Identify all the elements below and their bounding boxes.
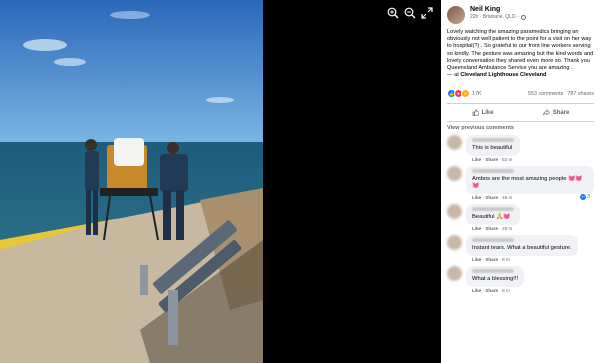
share-label: Share [552,109,570,116]
comment-bubble: Instant tears. What a beautiful gesture. [466,234,578,256]
comment-time: 8 m [502,256,510,262]
fullscreen-icon[interactable] [420,6,433,19]
comment-item: What a blessing!!! Like · Share · 8 m [441,265,600,293]
post-actions: Like Share [441,104,600,121]
zoom-out-icon[interactable] [403,6,416,19]
comment-main: What a blessing!!! Like · Share · 8 m [466,265,525,293]
post-head-text: Neil King 22h · Brisbane, QLD · [470,6,526,20]
comment-bubble: This is beautiful [466,134,520,156]
commenter-name[interactable] [472,206,514,211]
comment-item: Ambos are the most amazing people 💓💓💓 Li… [441,165,600,200]
commenter-avatar[interactable] [447,265,462,281]
commenter-avatar[interactable] [447,134,462,150]
shares-count[interactable]: 787 shares [567,91,594,97]
comment-like-button[interactable]: Like [472,257,481,262]
comment-item: Instant tears. What a beautiful gesture.… [441,234,600,262]
author-name[interactable]: Neil King [470,6,526,13]
comment-time: 52 m [502,156,513,162]
replies-count: 3 [587,193,590,200]
post-header: Neil King 22h · Brisbane, QLD · [441,0,600,24]
comment-meta: Like · Share · 8 m [472,256,510,262]
comment-bubble: Beautiful 🙏💓 [466,203,520,225]
comment-text: Instant tears. What a beautiful gesture. [472,244,572,251]
zoom-in-icon[interactable] [386,6,399,19]
comment-time: 8 m [502,287,510,293]
reactions-row: 👍 ♥ ☺ 17K 553 comments 787 shares [441,79,600,99]
comment-meta: Like · Share · 46 m [472,194,513,200]
thumbs-up-icon [472,109,479,116]
comment-reply-button[interactable]: Share [485,257,498,262]
comment-reply-button[interactable]: Share [485,288,498,293]
photo-viewer [0,0,441,363]
view-previous-comments-link[interactable]: View previous comments [441,122,600,135]
replies-badge[interactable]: ↩ 3 [580,193,590,200]
commenter-avatar[interactable] [447,165,462,181]
comment-main: This is beautiful Like · Share · 52 m [466,134,520,162]
like-button[interactable]: Like [472,109,494,116]
globe-icon [520,14,526,20]
share-button[interactable]: Share [542,109,570,116]
like-label: Like [481,109,494,116]
checkin-place-link[interactable]: Cleveland Lighthouse Cleveland [460,72,546,78]
comment-like-button[interactable]: Like [472,226,481,231]
commenter-avatar[interactable] [447,234,462,250]
commenter-name[interactable] [472,237,514,242]
viewer-controls [386,6,433,19]
post-meta-text: 22h · Brisbane, QLD · [470,14,519,20]
comment-main: Instant tears. What a beautiful gesture.… [466,234,578,262]
comment-main: Ambos are the most amazing people 💓💓💓 Li… [466,165,594,200]
comment-text: This is beautiful [472,144,513,151]
reaction-summary[interactable]: 👍 ♥ ☺ 17K [447,89,482,99]
comment-item: This is beautiful Like · Share · 52 m [441,134,600,162]
reaction-count: 17K [472,90,482,97]
author-avatar[interactable] [447,6,465,24]
comment-text: Ambos are the most amazing people 💓💓💓 [472,175,583,189]
comment-meta: Like · Share · 26 m [472,225,513,231]
comment-time: 46 m [502,194,513,200]
comment-bubble: Ambos are the most amazing people 💓💓💓 [466,165,594,194]
post-stats: 553 comments 787 shares [528,91,594,97]
comments-count[interactable]: 553 comments [528,91,563,97]
post-panel: Neil King 22h · Brisbane, QLD · Lovely w… [441,0,600,363]
comment-item: Beautiful 🙏💓 Like · Share · 26 m [441,203,600,231]
comment-main: Beautiful 🙏💓 Like · Share · 26 m [466,203,520,231]
comment-like-button[interactable]: Like [472,195,481,200]
share-icon [542,109,550,116]
comment-meta: Like · Share · 8 m [472,287,510,293]
comment-bubble: What a blessing!!! [466,265,525,287]
comment-like-button[interactable]: Like [472,157,481,162]
reply-icon: ↩ [580,193,587,200]
commenter-avatar[interactable] [447,203,462,219]
commenter-name[interactable] [472,168,514,173]
comment-reply-button[interactable]: Share [485,195,498,200]
comment-text: What a blessing!!! [472,275,519,282]
post-meta: 22h · Brisbane, QLD · [470,14,526,20]
comment-text: Beautiful 🙏💓 [472,213,511,220]
post-body: Lovely watching the amazing paramedics b… [447,29,594,72]
commenter-name[interactable] [472,268,514,273]
comment-time: 26 m [502,225,513,231]
comment-reply-button[interactable]: Share [485,226,498,231]
checkin-prefix: — at [447,72,461,79]
commenter-name[interactable] [472,137,514,142]
comment-like-button[interactable]: Like [472,288,481,293]
care-reaction-icon: ☺ [461,89,470,99]
comment-reply-button[interactable]: Share [485,157,498,162]
comment-meta: Like · Share · 52 m [472,156,513,162]
post-photo[interactable] [0,0,263,363]
checkin: — at Cleveland Lighthouse Cleveland [441,72,600,79]
